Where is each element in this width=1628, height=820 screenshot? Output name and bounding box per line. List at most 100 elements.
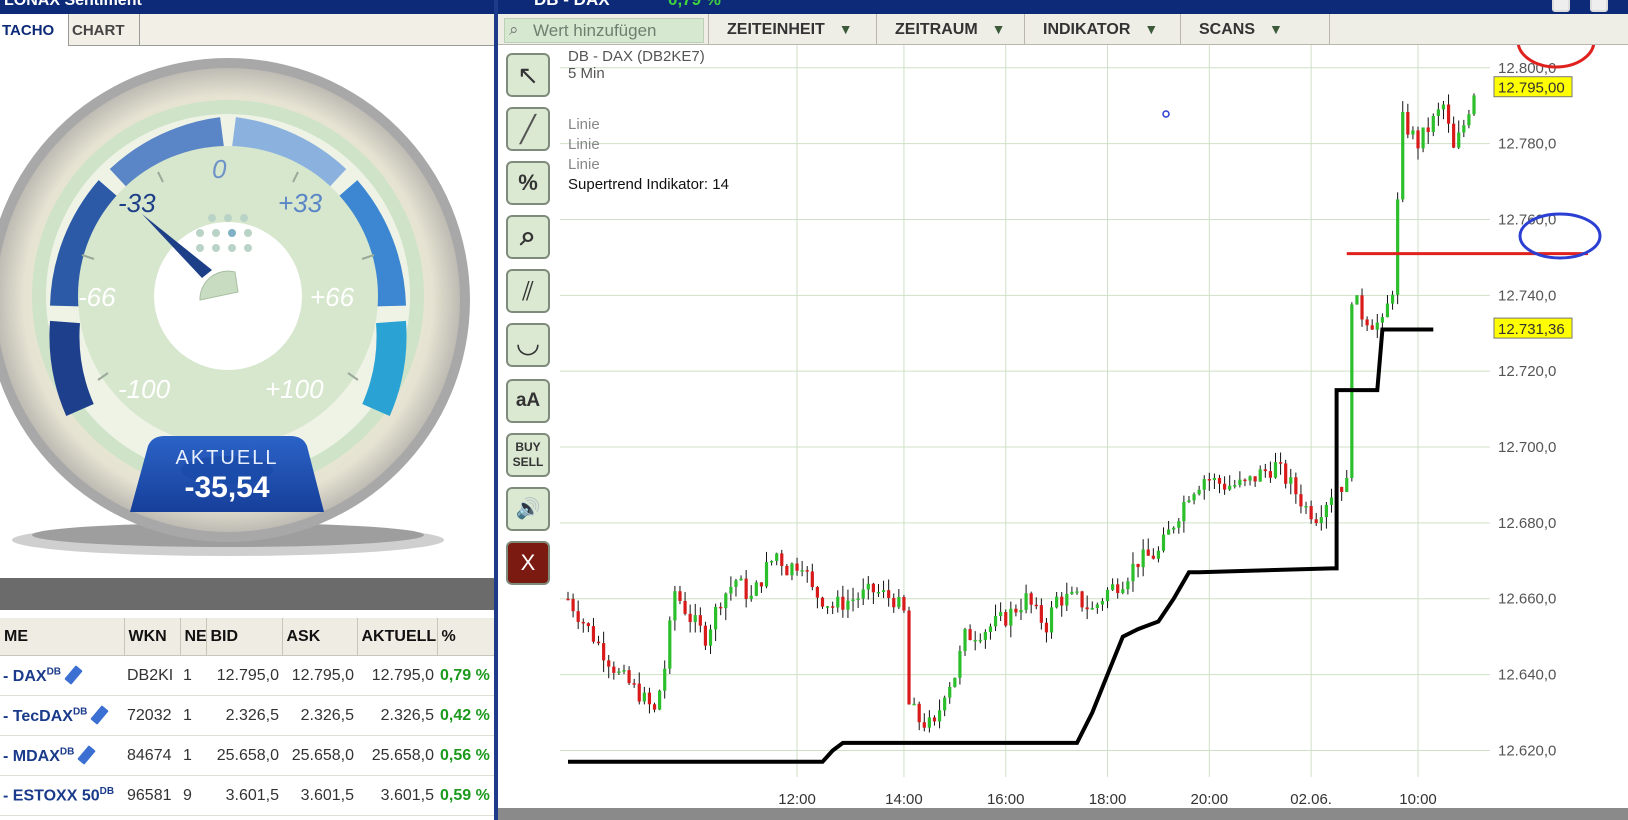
candle-body bbox=[1116, 584, 1120, 594]
candle-body bbox=[820, 597, 825, 607]
edit-pencil-icon[interactable] bbox=[90, 704, 110, 725]
chart-scrollbar[interactable] bbox=[498, 808, 1628, 820]
candle-body bbox=[1289, 477, 1293, 484]
candle-body bbox=[1070, 591, 1074, 594]
candle-body bbox=[922, 722, 926, 728]
table-row[interactable]: - TecDAXDB 72032 1 2.326,5 2.326,5 2.326… bbox=[0, 695, 498, 736]
candle-body bbox=[1222, 483, 1227, 490]
curve-icon[interactable]: ◡ bbox=[506, 323, 550, 367]
y-tick-label: 12.720,0 bbox=[1498, 363, 1556, 380]
candle-body bbox=[1355, 295, 1359, 305]
cursor-icon[interactable]: ↖ bbox=[506, 53, 550, 97]
col-aktuell[interactable]: AKTUELL bbox=[357, 618, 438, 656]
candle-body bbox=[1360, 295, 1364, 320]
table-row[interactable]: - DAXDB DB2KI 1 12.795,0 12.795,0 12.795… bbox=[0, 655, 498, 696]
legend-item: Linie bbox=[568, 156, 600, 173]
y-tick-label: 12.640,0 bbox=[1498, 667, 1556, 684]
row-ask: 2.326,5 bbox=[282, 695, 357, 736]
y-tick-label: 12.620,0 bbox=[1498, 742, 1556, 759]
edit-pencil-icon[interactable] bbox=[64, 664, 83, 685]
speaker-icon[interactable]: 🔊 bbox=[506, 487, 550, 531]
candle-body bbox=[1024, 593, 1028, 610]
dropdown-arrow-icon: ▼ bbox=[838, 21, 853, 37]
edit-pencil-icon[interactable] bbox=[77, 744, 97, 765]
col-ask[interactable]: ASK bbox=[282, 618, 358, 656]
minimize-icon[interactable] bbox=[1552, 0, 1570, 12]
candle-body bbox=[576, 611, 580, 622]
maximize-icon[interactable] bbox=[1590, 0, 1608, 12]
gauge-label-minus66: -66 bbox=[78, 282, 116, 312]
x-tick-label: 20:00 bbox=[1191, 791, 1229, 808]
candle-body bbox=[612, 666, 616, 673]
candle-body bbox=[708, 629, 713, 646]
zoom-icon[interactable]: ⌕ bbox=[506, 215, 550, 259]
row-ne: 9 bbox=[180, 775, 206, 816]
candle-body bbox=[581, 621, 585, 624]
search-input[interactable]: ⌕ Wert hinzufügen bbox=[504, 18, 704, 43]
candle-body bbox=[693, 615, 697, 623]
candle-body bbox=[795, 563, 799, 571]
candle-body bbox=[1105, 589, 1110, 602]
candle-body bbox=[836, 596, 840, 608]
menu-zeitraum[interactable]: ZEITRAUM ▼ bbox=[876, 14, 1023, 44]
x-tick-label: 18:00 bbox=[1089, 791, 1127, 808]
candle-body bbox=[1095, 604, 1099, 608]
candle-body bbox=[1182, 502, 1186, 522]
chart-toolbar: ⌕ Wert hinzufügen ZEITEINHEIT ▼ ZEITRAUM ▼… bbox=[498, 14, 1628, 45]
candle-body bbox=[1385, 303, 1390, 318]
candle-body bbox=[800, 570, 804, 572]
candle-body bbox=[764, 562, 769, 587]
row-wkn: 96581 bbox=[124, 775, 180, 816]
percent-icon[interactable]: % bbox=[506, 161, 550, 205]
gauge-label-minus33: -33 bbox=[118, 188, 156, 218]
menu-indikator[interactable]: INDIKATOR ▼ bbox=[1024, 14, 1179, 44]
row-ne: 1 bbox=[180, 695, 206, 736]
candle-body bbox=[759, 582, 764, 587]
col-wkn[interactable]: WKN bbox=[124, 618, 181, 656]
row-name[interactable]: - MDAXDB bbox=[0, 735, 124, 776]
col-ne[interactable]: NE bbox=[180, 618, 207, 656]
candle-body bbox=[999, 612, 1003, 617]
candle-body bbox=[805, 570, 809, 572]
sentiment-gauge: -100 -66 -33 0 +33 +66 +100 AKTUELL -35,… bbox=[0, 46, 498, 576]
line-draw-icon[interactable]: ╱ bbox=[506, 107, 550, 151]
menu-scans[interactable]: SCANS ▼ bbox=[1180, 14, 1330, 44]
col-bid[interactable]: BID bbox=[206, 618, 283, 656]
row-aktuell: 25.658,0 bbox=[357, 735, 437, 776]
candle-body bbox=[810, 571, 814, 588]
candle-body bbox=[714, 606, 718, 630]
candle-body bbox=[1233, 485, 1237, 487]
candle-body bbox=[1416, 130, 1420, 149]
tab-chart[interactable]: CHART bbox=[58, 14, 140, 45]
buy-sell-icon[interactable]: BUY SELL bbox=[506, 433, 550, 477]
chart-title-bar: DB - DAX 0,79 % bbox=[498, 0, 1628, 14]
price-chart[interactable]: 12.620,0 12.640,0 12.660,0 12.680,0 12.700,0… bbox=[560, 45, 1628, 808]
col-pct[interactable]: % bbox=[437, 618, 498, 656]
row-name[interactable]: - DAXDB bbox=[0, 655, 124, 696]
row-wkn: 72032 bbox=[124, 695, 180, 736]
candle-body bbox=[1187, 500, 1191, 503]
dropdown-arrow-icon: ▼ bbox=[1269, 21, 1283, 37]
parallel-lines-icon[interactable]: ⫽ bbox=[506, 269, 550, 313]
text-size-icon[interactable]: aA bbox=[506, 379, 550, 423]
table-row[interactable]: - ESTOXX 50DB 96581 9 3.601,5 3.601,5 3.… bbox=[0, 775, 498, 816]
candle-body bbox=[831, 606, 835, 608]
candle-body bbox=[1111, 584, 1115, 590]
candle-body bbox=[1131, 563, 1135, 582]
col-name[interactable]: ME bbox=[0, 618, 125, 656]
row-name[interactable]: - TecDAXDB bbox=[0, 695, 124, 736]
supertrend-line bbox=[568, 327, 1434, 764]
candle-body bbox=[602, 643, 606, 661]
table-row[interactable]: - MDAXDB 84674 1 25.658,0 25.658,0 25.65… bbox=[0, 735, 498, 776]
dropdown-arrow-icon: ▼ bbox=[991, 21, 1006, 37]
close-icon[interactable]: X bbox=[506, 541, 550, 585]
candle-body bbox=[1044, 622, 1049, 633]
row-name[interactable]: - ESTOXX 50DB bbox=[0, 775, 124, 816]
menu-zeiteinheit[interactable]: ZEITEINHEIT ▼ bbox=[708, 14, 877, 44]
candle-body bbox=[1060, 596, 1064, 606]
candle-body bbox=[622, 670, 626, 672]
candle-body bbox=[1431, 115, 1435, 132]
candle-body bbox=[1009, 608, 1013, 626]
candle-body bbox=[1268, 471, 1273, 478]
gauge-label-plus66: +66 bbox=[310, 282, 355, 312]
